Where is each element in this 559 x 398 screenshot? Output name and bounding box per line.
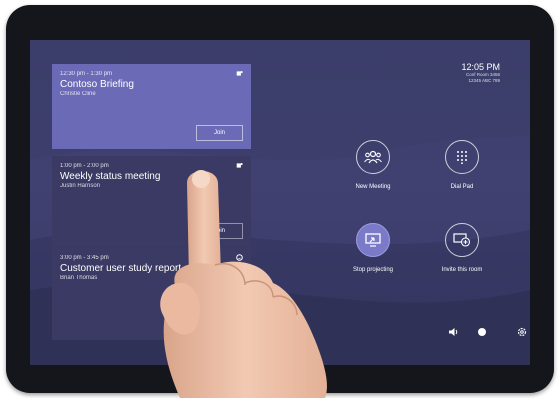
meeting-organizer: Christie Cline [60, 91, 96, 97]
circle-button[interactable] [445, 140, 479, 174]
circle-button[interactable] [356, 140, 390, 174]
dial-pad-label: Dial Pad [450, 184, 474, 190]
pointing-hand [160, 170, 327, 398]
join-button[interactable]: Join [196, 125, 243, 141]
clock-panel: 12:05 PM Conf Room 3456 12345 ABC 789 [461, 62, 500, 84]
meeting-time: 12:30 pm - 1:30 pm [60, 71, 113, 77]
room-number: 12345 ABC 789 [468, 78, 500, 83]
teams-icon [236, 71, 243, 76]
invite-room-label: Invite this room [441, 267, 483, 273]
status-dot[interactable] [478, 328, 486, 336]
volume-icon[interactable] [448, 327, 460, 337]
settings-icon[interactable] [517, 327, 527, 337]
circle-button[interactable] [356, 223, 390, 257]
invite-room-button[interactable]: Invite this room [432, 223, 492, 273]
dial-pad-button[interactable]: Dial Pad [432, 140, 492, 190]
meeting-card-active[interactable]: 12:30 pm - 1:30 pm Contoso Briefing Chri… [52, 64, 251, 149]
dialpad-icon [457, 151, 467, 164]
project-screen-icon [365, 233, 381, 247]
circle-button[interactable] [445, 223, 479, 257]
people-icon [364, 150, 382, 164]
meeting-title: Contoso Briefing [60, 79, 134, 90]
clock-time: 12:05 PM [461, 62, 500, 72]
invite-room-icon [453, 233, 471, 247]
